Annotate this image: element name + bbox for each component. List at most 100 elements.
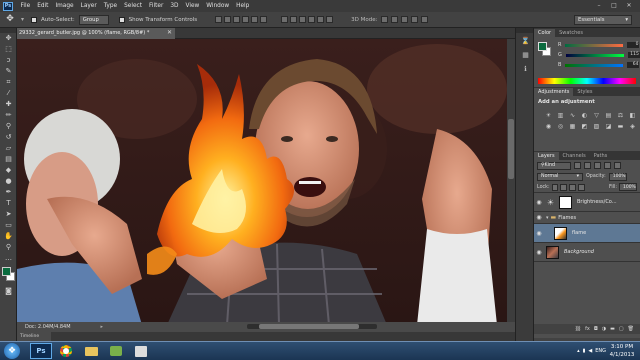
filter-smart-icon[interactable] — [614, 162, 621, 169]
eye-icon[interactable]: ◉ — [534, 249, 544, 256]
network-icon[interactable]: ▮ — [583, 347, 586, 355]
gradient-tool-icon[interactable]: ▤ — [3, 155, 14, 164]
gradient-map-icon[interactable]: ▬ — [616, 123, 625, 131]
transform-controls-checkbox[interactable] — [118, 16, 125, 23]
curves-icon[interactable]: ∿ — [568, 112, 577, 120]
language-indicator[interactable]: ENG — [595, 347, 606, 355]
minimize-icon[interactable]: – — [592, 1, 606, 10]
layer-row-brightness[interactable]: ◉ ☀ Brightness/Co... — [534, 193, 640, 212]
distribute-right-icon[interactable] — [326, 16, 334, 23]
green-slider[interactable] — [565, 53, 624, 57]
link-layers-icon[interactable]: ⛓ — [575, 326, 581, 332]
move-tool-icon[interactable]: ✥ — [3, 34, 14, 43]
zoom-tool-icon[interactable]: ⚲ — [3, 243, 14, 252]
eyedropper-tool-icon[interactable]: ⁄ — [3, 89, 14, 98]
clock[interactable]: 3:10 PM 4/1/2013 — [608, 343, 636, 359]
brush-tool-icon[interactable]: ✏ — [3, 111, 14, 120]
auto-select-dropdown[interactable]: Group — [78, 14, 109, 25]
close-icon[interactable]: ✕ — [622, 1, 636, 10]
menu-file[interactable]: File — [17, 3, 34, 9]
layer-thumbnail[interactable] — [546, 245, 559, 259]
layer-thumbnail[interactable] — [554, 226, 567, 240]
blur-tool-icon[interactable]: ◆ — [3, 166, 14, 175]
maximize-icon[interactable]: □ — [607, 1, 621, 10]
new-group-icon[interactable]: ▬ — [610, 326, 615, 332]
invert-icon[interactable]: ◩ — [580, 123, 589, 131]
align-left-icon[interactable] — [242, 16, 250, 23]
eraser-tool-icon[interactable]: ▱ — [3, 144, 14, 153]
hue-saturation-icon[interactable]: ▤ — [604, 112, 613, 120]
tab-adjustments[interactable]: Adjustments — [534, 88, 574, 96]
taskbar-media-icon[interactable] — [130, 343, 152, 359]
layer-mask-thumbnail[interactable] — [559, 195, 572, 209]
menu-filter[interactable]: Filter — [145, 3, 166, 9]
menu-type[interactable]: Type — [100, 3, 120, 9]
tab-styles[interactable]: Styles — [573, 88, 596, 96]
marquee-tool-icon[interactable]: ⬚ — [3, 45, 14, 54]
status-menu-icon[interactable]: ▸ — [101, 324, 104, 330]
dodge-tool-icon[interactable]: ● — [3, 177, 14, 186]
channel-mixer-icon[interactable]: ◎ — [556, 123, 565, 131]
delete-layer-icon[interactable]: 🗑 — [628, 326, 634, 332]
taskbar-photoshop-icon[interactable]: Ps — [30, 343, 52, 359]
tab-swatches[interactable]: Swatches — [555, 29, 587, 37]
quick-select-tool-icon[interactable]: ✎ — [3, 67, 14, 76]
color-spectrum-bar[interactable] — [538, 78, 636, 84]
menu-view[interactable]: View — [182, 3, 203, 9]
shape-tool-icon[interactable]: ▭ — [3, 221, 14, 230]
path-selection-tool-icon[interactable]: ➤ — [3, 210, 14, 219]
workspace-dropdown[interactable]: Essentials ▾ — [574, 15, 632, 25]
align-top-icon[interactable] — [215, 16, 223, 23]
healing-brush-tool-icon[interactable]: ✚ — [3, 100, 14, 109]
blue-slider[interactable] — [565, 63, 624, 67]
menu-edit[interactable]: Edit — [34, 3, 52, 9]
posterize-icon[interactable]: ▨ — [592, 123, 601, 131]
close-tab-icon[interactable]: ✕ — [167, 29, 172, 36]
document-tab[interactable]: 29332_gerard_butler.jpg @ 100% (flame, R… — [17, 28, 175, 39]
distribute-center-icon[interactable] — [317, 16, 325, 23]
toolbox-grip[interactable] — [0, 28, 16, 33]
info-panel-icon[interactable]: ℹ — [520, 65, 531, 75]
distribute-bottom-icon[interactable] — [299, 16, 307, 23]
align-bottom-icon[interactable] — [233, 16, 241, 23]
green-value[interactable]: 115 — [627, 52, 640, 58]
type-tool-icon[interactable]: T — [3, 199, 14, 208]
distribute-left-icon[interactable] — [308, 16, 316, 23]
tool-preset-chevron-icon[interactable]: ▾ — [21, 16, 27, 23]
windows-start-icon[interactable]: ❖ — [4, 343, 20, 359]
opacity-field[interactable]: 100% — [608, 172, 627, 181]
3d-rotate-icon[interactable] — [381, 16, 389, 23]
auto-select-checkbox[interactable] — [31, 16, 37, 23]
layer-row-background[interactable]: ◉ Background — [534, 243, 640, 262]
tab-channels[interactable]: Channels — [559, 152, 590, 160]
lock-all-icon[interactable] — [578, 183, 585, 191]
align-right-icon[interactable] — [260, 16, 268, 23]
brightness-contrast-icon[interactable]: ☀ — [544, 112, 553, 120]
tab-paths[interactable]: Paths — [590, 152, 612, 160]
menu-image[interactable]: Image — [52, 3, 77, 9]
vertical-scrollbar[interactable] — [507, 39, 515, 325]
history-panel-icon[interactable]: ⌛ — [520, 37, 531, 47]
filter-adjustment-icon[interactable] — [584, 162, 591, 169]
history-brush-tool-icon[interactable]: ↺ — [3, 133, 14, 142]
blue-value[interactable]: 64 — [627, 62, 640, 68]
horizontal-scroll-thumb[interactable] — [259, 324, 359, 329]
taskbar-app-icon[interactable] — [105, 343, 127, 359]
panel-foreground-swatch[interactable] — [538, 42, 547, 51]
eye-icon[interactable]: ◉ — [534, 214, 544, 221]
properties-panel-icon[interactable]: ▦ — [520, 51, 531, 61]
selective-color-icon[interactable]: ◈ — [628, 123, 637, 131]
taskbar-chrome-icon[interactable] — [55, 343, 77, 359]
new-adjustment-icon[interactable]: ◑ — [602, 326, 606, 332]
black-white-icon[interactable]: ◧ — [628, 112, 637, 120]
3d-slide-icon[interactable] — [411, 16, 419, 23]
filter-shape-icon[interactable] — [604, 162, 611, 169]
fill-field[interactable]: 100% — [618, 183, 637, 191]
more-tools-icon[interactable]: … — [3, 254, 14, 263]
menu-help[interactable]: Help — [233, 3, 253, 9]
layer-row-flames-group[interactable]: ◉ ▾ ▬ Flames — [534, 212, 640, 224]
clone-stamp-tool-icon[interactable]: ⚲ — [3, 122, 14, 131]
menu-3d[interactable]: 3D — [167, 3, 182, 9]
add-mask-icon[interactable]: ◘ — [594, 326, 598, 332]
3d-drag-icon[interactable] — [401, 16, 409, 23]
